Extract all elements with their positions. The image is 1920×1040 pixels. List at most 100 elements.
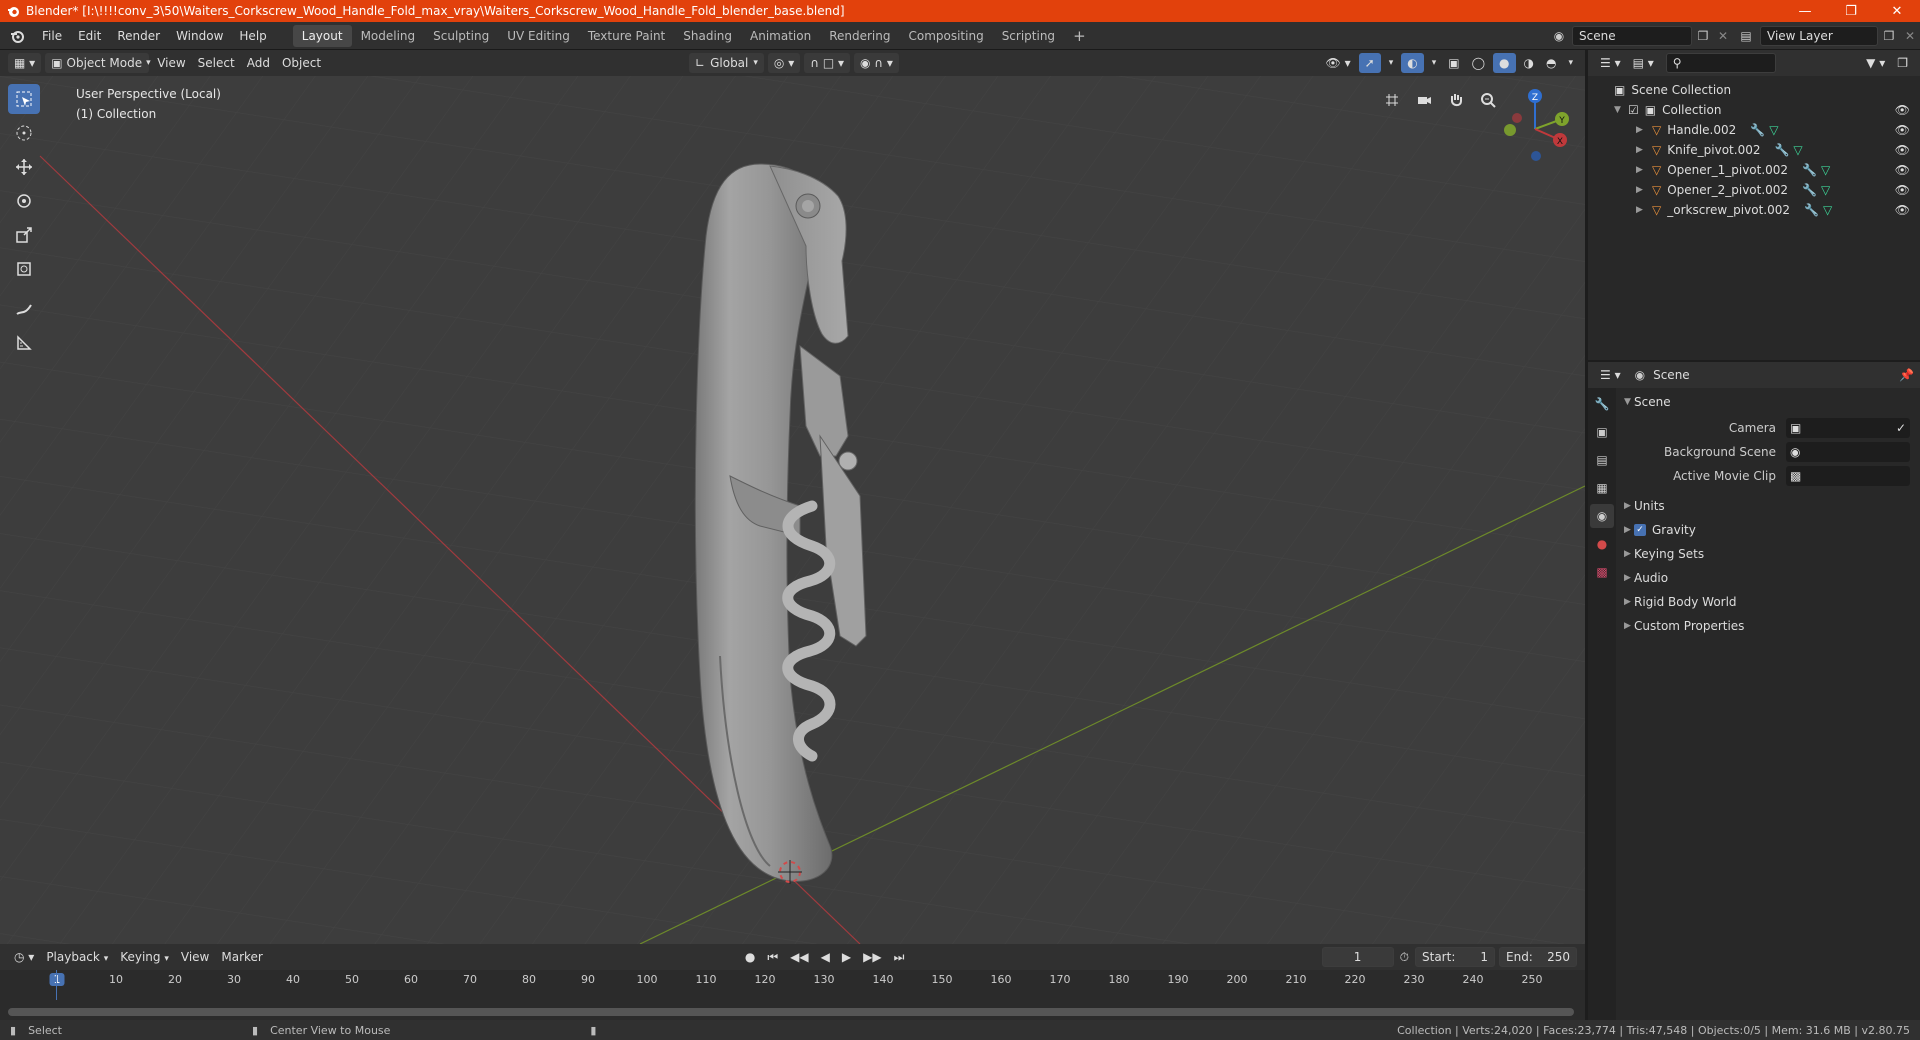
xray-icon[interactable]: ▣ <box>1442 53 1465 73</box>
material-shading-icon[interactable]: ◑ <box>1518 53 1540 73</box>
frame-tick[interactable]: 220 <box>1345 973 1366 986</box>
frame-tick[interactable]: 40 <box>286 973 300 986</box>
collapse-triangle-icon[interactable]: ▼ <box>1614 105 1624 115</box>
orientation-dropdown[interactable]: ∟ Global ▾ <box>689 53 764 73</box>
texture-tab-icon[interactable]: ▩ <box>1590 560 1614 584</box>
record-icon[interactable]: ● <box>739 947 761 967</box>
current-frame-tick[interactable]: 1 <box>49 973 65 986</box>
outliner-object-knife-pivot[interactable]: ▶ ▽ Knife_pivot.002 🔧 ▽ 👁 <box>1588 140 1920 160</box>
stopwatch-icon[interactable]: ⏱ <box>1394 947 1415 967</box>
tab-compositing[interactable]: Compositing <box>899 25 992 47</box>
current-frame-field[interactable]: 1 <box>1321 947 1394 967</box>
tool-tab-icon[interactable]: 🔧 <box>1590 392 1614 416</box>
wireframe-shading-icon[interactable]: ◯ <box>1466 53 1491 73</box>
timeline-scrollbar[interactable] <box>8 1008 1574 1016</box>
frame-tick[interactable]: 170 <box>1050 973 1071 986</box>
scale-tool-icon[interactable] <box>8 220 40 250</box>
transform-tool-icon[interactable] <box>8 254 40 284</box>
mode-dropdown[interactable]: ▣ Object Mode ▾ <box>45 53 151 73</box>
frame-tick[interactable]: 100 <box>637 973 658 986</box>
menu-edit[interactable]: Edit <box>70 25 109 47</box>
expand-triangle-icon[interactable]: ▶ <box>1636 205 1646 215</box>
outliner-object-handle[interactable]: ▶ ▽ Handle.002 🔧 ▽ 👁 <box>1588 120 1920 140</box>
new-scene-icon[interactable]: ❐ <box>1692 29 1714 43</box>
frame-tick[interactable]: 30 <box>227 973 241 986</box>
visibility-icon[interactable]: 👁 ▾ <box>1320 53 1357 73</box>
menu-keying[interactable]: Keying ▾ <box>114 947 175 967</box>
tab-layout[interactable]: Layout <box>292 24 352 47</box>
overlay-toggle-icon[interactable]: ◐ <box>1401 53 1424 73</box>
editor-type-icon[interactable]: ▦ ▾ <box>8 53 42 73</box>
frame-tick[interactable]: 160 <box>991 973 1012 986</box>
timeline-editor-type-icon[interactable]: ◷ ▾ <box>8 947 40 967</box>
frame-tick[interactable]: 250 <box>1522 973 1543 986</box>
eye-icon[interactable]: 👁 <box>1895 143 1910 157</box>
frame-tick[interactable]: 90 <box>581 973 595 986</box>
outliner-collection[interactable]: ▼ ☑ ▣ Collection 👁 <box>1588 100 1920 120</box>
tab-uv-editing[interactable]: UV Editing <box>498 25 579 47</box>
frame-tick[interactable]: 50 <box>345 973 359 986</box>
menu-select[interactable]: Select <box>192 53 241 73</box>
tab-scripting[interactable]: Scripting <box>993 25 1064 47</box>
timeline-area[interactable]: 1 10 20 30 40 50 60 70 80 90 100 110 120 130 140 150 160… <box>0 970 1585 1020</box>
scene-field[interactable]: Scene <box>1572 25 1692 46</box>
expand-triangle-icon[interactable]: ▶ <box>1636 185 1646 195</box>
move-tool-icon[interactable] <box>8 152 40 182</box>
shading-dropdown-icon[interactable]: ▾ <box>1562 53 1579 73</box>
gravity-checkbox[interactable]: ✓ <box>1634 524 1646 536</box>
output-tab-icon[interactable]: ▤ <box>1590 448 1614 472</box>
display-mode-icon[interactable]: ▤ ▾ <box>1627 53 1660 73</box>
background-scene-field[interactable]: ◉ <box>1786 442 1910 462</box>
blender-menu-icon[interactable] <box>0 29 34 43</box>
eye-icon[interactable]: 👁 <box>1895 163 1910 177</box>
frame-tick[interactable]: 60 <box>404 973 418 986</box>
camera-view-icon[interactable] <box>1410 86 1438 114</box>
play-reverse-icon[interactable]: ◀ <box>815 947 836 967</box>
frame-tick[interactable]: 150 <box>932 973 953 986</box>
prev-keyframe-icon[interactable]: ◀◀ <box>784 947 814 967</box>
expand-triangle-icon[interactable]: ▶ <box>1636 165 1646 175</box>
pivot-point-icon[interactable]: ◎ ▾ <box>767 53 801 73</box>
rotate-tool-icon[interactable] <box>8 186 40 216</box>
jump-start-icon[interactable]: ⏮ <box>761 947 784 967</box>
tab-shading[interactable]: Shading <box>674 25 741 47</box>
frame-tick[interactable]: 190 <box>1168 973 1189 986</box>
subpanel-rigid-body-world[interactable]: ▶ Rigid Body World <box>1616 590 1920 614</box>
frame-tick[interactable]: 70 <box>463 973 477 986</box>
eyedropper-icon[interactable]: ✓ <box>1896 421 1906 435</box>
3d-viewport[interactable] <box>0 76 1585 944</box>
grid-view-icon[interactable] <box>1378 86 1406 114</box>
world-tab-icon[interactable]: ● <box>1590 532 1614 556</box>
eye-icon[interactable]: 👁 <box>1895 123 1910 137</box>
frame-tick[interactable]: 20 <box>168 973 182 986</box>
eye-icon[interactable]: 👁 <box>1895 203 1910 217</box>
next-keyframe-icon[interactable]: ▶▶ <box>857 947 887 967</box>
subpanel-gravity[interactable]: ▶ ✓ Gravity <box>1616 518 1920 542</box>
eye-icon[interactable]: 👁 <box>1895 103 1910 117</box>
outliner-object-corkscrew-pivot[interactable]: ▶ ▽ _orkscrew_pivot.002 🔧 ▽ 👁 <box>1588 200 1920 220</box>
select-box-tool-icon[interactable] <box>8 84 40 114</box>
gizmo-toggle-icon[interactable]: ➚ <box>1358 53 1381 73</box>
menu-view[interactable]: View <box>151 53 191 73</box>
new-view-layer-icon[interactable]: ❐ <box>1878 29 1900 43</box>
frame-tick[interactable]: 210 <box>1286 973 1307 986</box>
minimize-button[interactable]: — <box>1782 0 1828 22</box>
view-layer-field[interactable]: View Layer <box>1760 25 1878 46</box>
frame-tick[interactable]: 110 <box>696 973 717 986</box>
outliner-editor-type-icon[interactable]: ☰ ▾ <box>1594 53 1627 73</box>
view-layer-icon[interactable]: ▤ <box>1732 29 1760 43</box>
close-window-button[interactable]: ✕ <box>1874 0 1920 22</box>
expand-triangle-icon[interactable]: ▶ <box>1636 145 1646 155</box>
gizmo-dropdown-icon[interactable]: ▾ <box>1383 53 1400 73</box>
frame-tick[interactable]: 140 <box>873 973 894 986</box>
measure-tool-icon[interactable] <box>8 328 40 358</box>
menu-timeline-view[interactable]: View <box>175 947 215 967</box>
frame-tick[interactable]: 80 <box>522 973 536 986</box>
view-layer-tab-icon[interactable]: ▦ <box>1590 476 1614 500</box>
tab-animation[interactable]: Animation <box>741 25 820 47</box>
add-workspace-button[interactable]: + <box>1064 25 1095 47</box>
menu-marker[interactable]: Marker <box>215 947 268 967</box>
snap-icon[interactable]: ∩ □ ▾ <box>804 53 850 73</box>
jump-end-icon[interactable]: ⏭ <box>888 947 911 967</box>
frame-tick[interactable]: 180 <box>1109 973 1130 986</box>
